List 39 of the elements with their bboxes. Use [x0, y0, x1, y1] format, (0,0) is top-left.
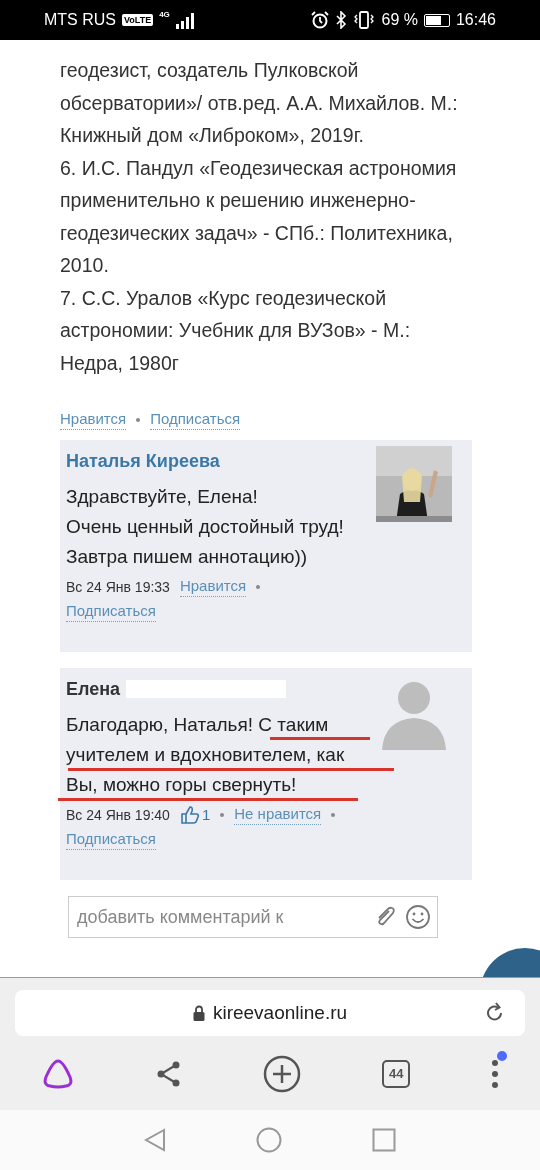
battery-percent: 69 % [381, 11, 418, 29]
comment-input[interactable]: добавить комментарий к [75, 905, 365, 929]
vibrate-icon [353, 11, 376, 29]
reference-text: геодезист, создатель Пулковской обсерватории»/ отв.ред. А.А. Михайлов. М.: Книжный дом «Либроком», 2019г. [60, 58, 459, 148]
home-icon[interactable] [256, 1127, 282, 1153]
comment-text: Здравствуйте, Елена! Очень ценный достойный труд! Завтра пишем аннотацию)) [66, 486, 344, 567]
new-tab-icon[interactable] [262, 1054, 301, 1093]
post-action-link[interactable]: Подписаться [150, 409, 241, 430]
comment-action-link[interactable]: Подписаться [66, 829, 156, 850]
comment-author[interactable]: Наталья Киреева [66, 450, 220, 472]
comment-text: Благодарю, Наталья! С таким учителем и вдохновителем, как Вы, можно горы свернуть! [66, 714, 345, 795]
more-menu-button[interactable] [491, 1058, 500, 1089]
share-icon[interactable] [155, 1059, 182, 1088]
back-icon[interactable] [144, 1128, 166, 1152]
address-bar[interactable]: kireevaonline.ru [15, 990, 525, 1036]
bluetooth-icon [335, 11, 348, 29]
lock-icon [192, 1005, 205, 1021]
like-count[interactable]: 1 [179, 805, 211, 824]
comment-author[interactable]: Елена [66, 678, 121, 700]
comment-time: Вс 24 Янв 19:40 [66, 806, 170, 823]
url-text: kireevaonline.ru [212, 1002, 348, 1024]
reference-text: 6. И.С. Пандул «Геодезическая астрономия применительно к решению инженерно-геодезических задач» - СПб.: Политехника, 2010. [60, 155, 458, 278]
comment-action-link[interactable]: Нравится [179, 576, 247, 597]
comment-action-link[interactable]: Подписаться [66, 601, 156, 622]
reference-text: 7. С.С. Уралов «Курс геодезической астрономии: Учебник для ВУЗов» - М.: Недра, 1980г [60, 285, 412, 376]
alarm-icon [311, 11, 330, 29]
signal-icon [175, 11, 196, 29]
comment-time: Вс 24 Янв 19:33 [66, 578, 170, 595]
network-type: 4G [159, 10, 170, 19]
recents-icon[interactable] [372, 1128, 396, 1152]
smiley-icon[interactable] [405, 904, 431, 930]
volte-badge: VoLTE [122, 14, 154, 26]
clock-time: 16:46 [455, 11, 496, 29]
comment-action-link[interactable]: Не нравится [234, 804, 322, 825]
post-action-link[interactable]: Нравится [60, 409, 127, 430]
battery-icon [423, 13, 450, 27]
comment-field[interactable]: добавить комментарий к [68, 896, 438, 938]
tabs-button[interactable]: 44 [382, 1059, 411, 1088]
carrier-name: MTS RUS [44, 11, 116, 29]
